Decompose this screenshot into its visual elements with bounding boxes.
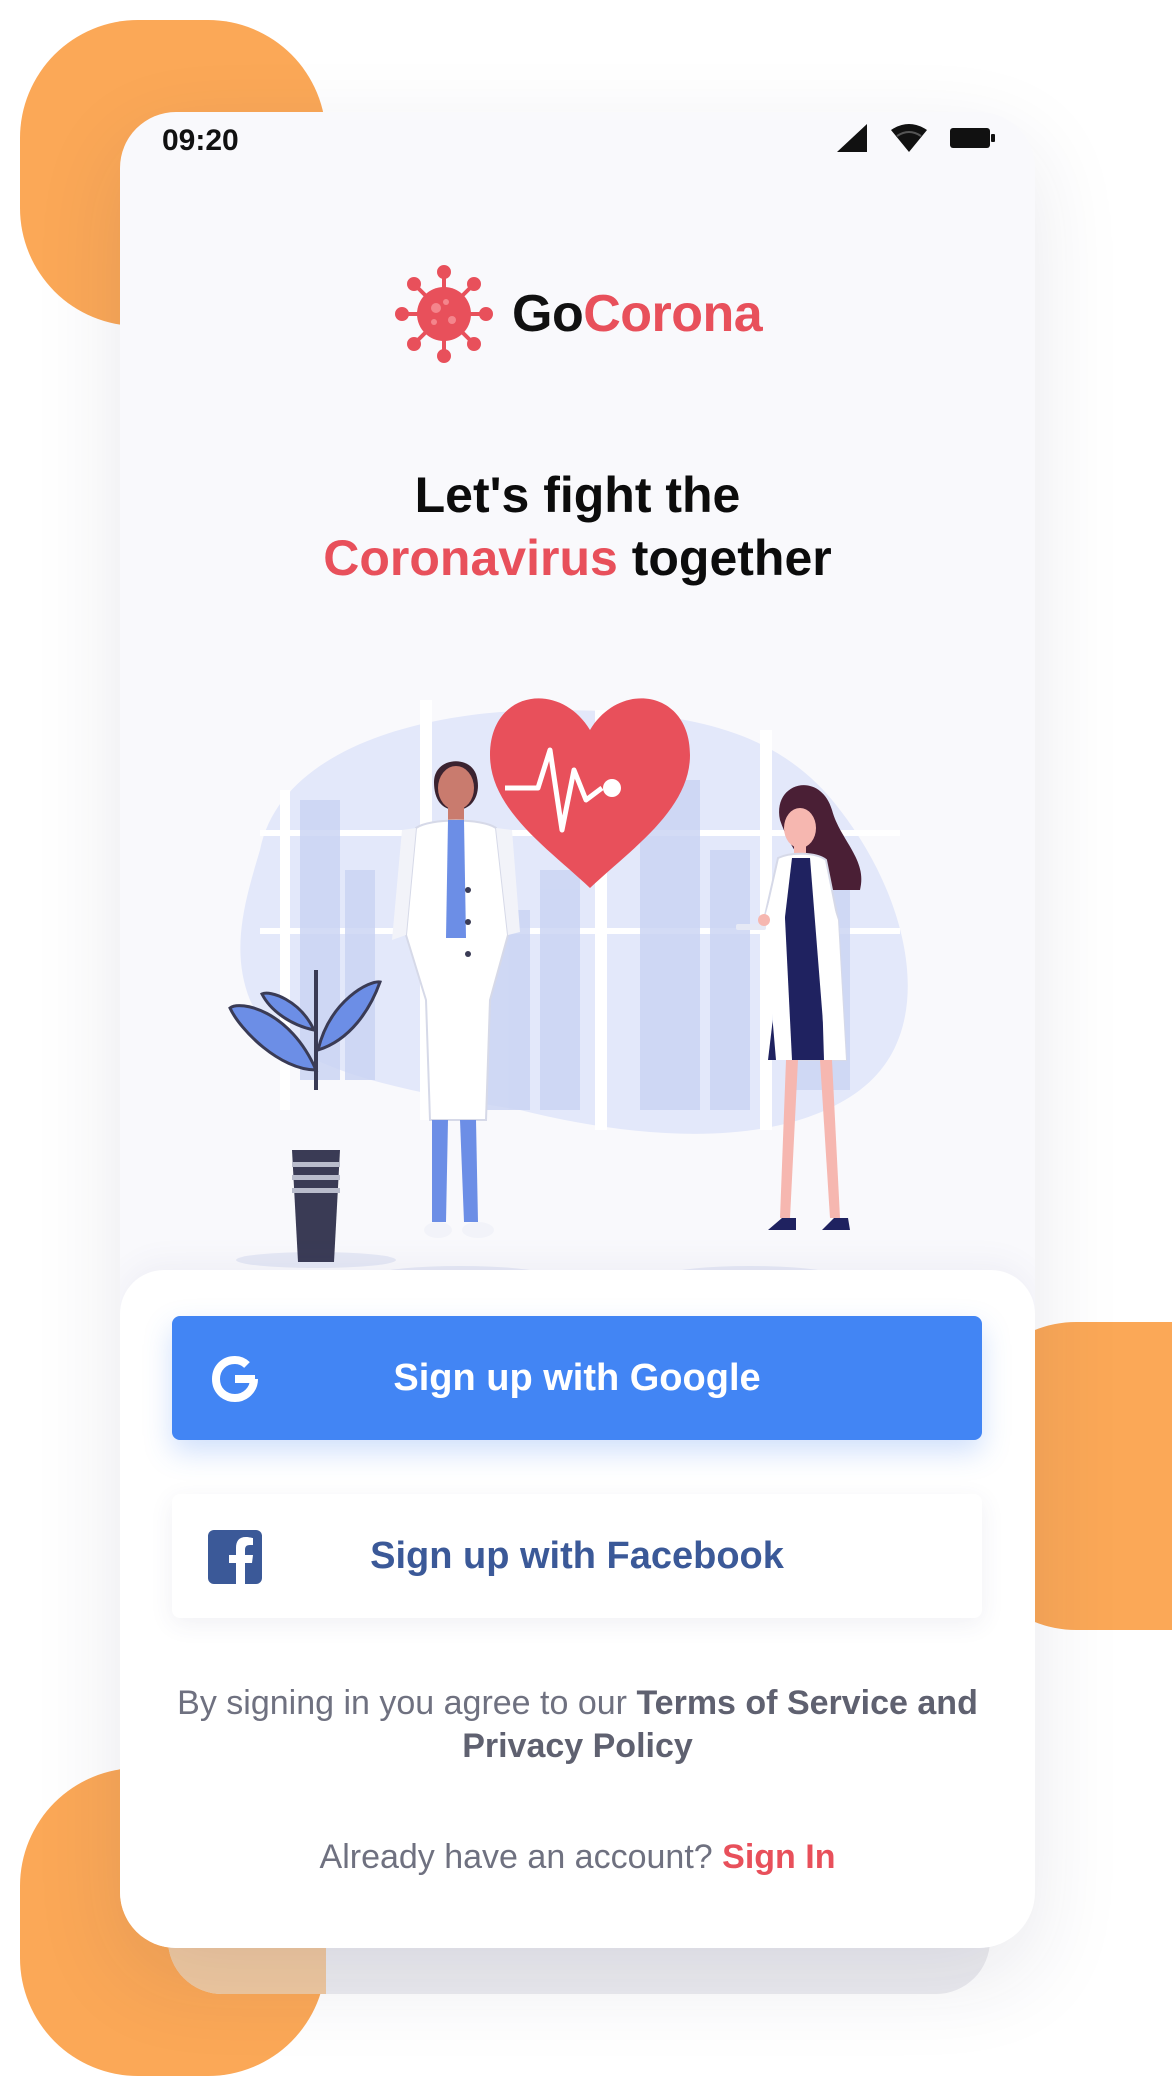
brand-logo: GoCorona <box>394 264 763 364</box>
facebook-signup-label: Sign up with Facebook <box>370 1534 784 1577</box>
phone-screen: 09:20 GoCorona Let's fight the Coronavir… <box>120 112 1035 1948</box>
headline-accent: Coronavirus <box>323 530 618 586</box>
google-signup-button[interactable]: Sign up with Google <box>172 1316 982 1440</box>
auth-sheet: Sign up with Google Sign up with Faceboo… <box>120 1270 1035 1948</box>
headline-line2: Coronavirus together <box>120 527 1035 590</box>
wifi-icon <box>891 124 927 152</box>
headline: Let's fight the Coronavirus together <box>120 464 1035 590</box>
app-name: GoCorona <box>512 284 763 344</box>
virus-icon <box>395 265 493 363</box>
doctors-heart-illustration <box>228 698 908 1282</box>
status-icons <box>835 122 997 154</box>
google-signup-label: Sign up with Google <box>393 1356 761 1399</box>
status-bar: 09:20 <box>120 112 1035 168</box>
terms-prefix: By signing in you agree to our <box>177 1684 627 1722</box>
signin-prompt-text: Already have an account? <box>319 1838 713 1876</box>
headline-line1: Let's fight the <box>414 467 741 523</box>
signin-link[interactable]: Sign In <box>722 1838 835 1876</box>
facebook-icon <box>208 1530 262 1584</box>
terms-notice: By signing in you agree to our Terms of … <box>120 1682 1035 1768</box>
app-name-corona: Corona <box>583 285 763 343</box>
google-icon <box>211 1355 258 1403</box>
app-name-go: Go <box>512 285 584 343</box>
headline-line2-rest: together <box>631 530 832 586</box>
battery-icon <box>950 128 995 148</box>
signin-prompt: Already have an account? Sign In <box>120 1838 1035 1877</box>
cellular-signal-icon <box>837 124 867 152</box>
status-time: 09:20 <box>162 124 239 157</box>
facebook-signup-button[interactable]: Sign up with Facebook <box>172 1494 982 1618</box>
